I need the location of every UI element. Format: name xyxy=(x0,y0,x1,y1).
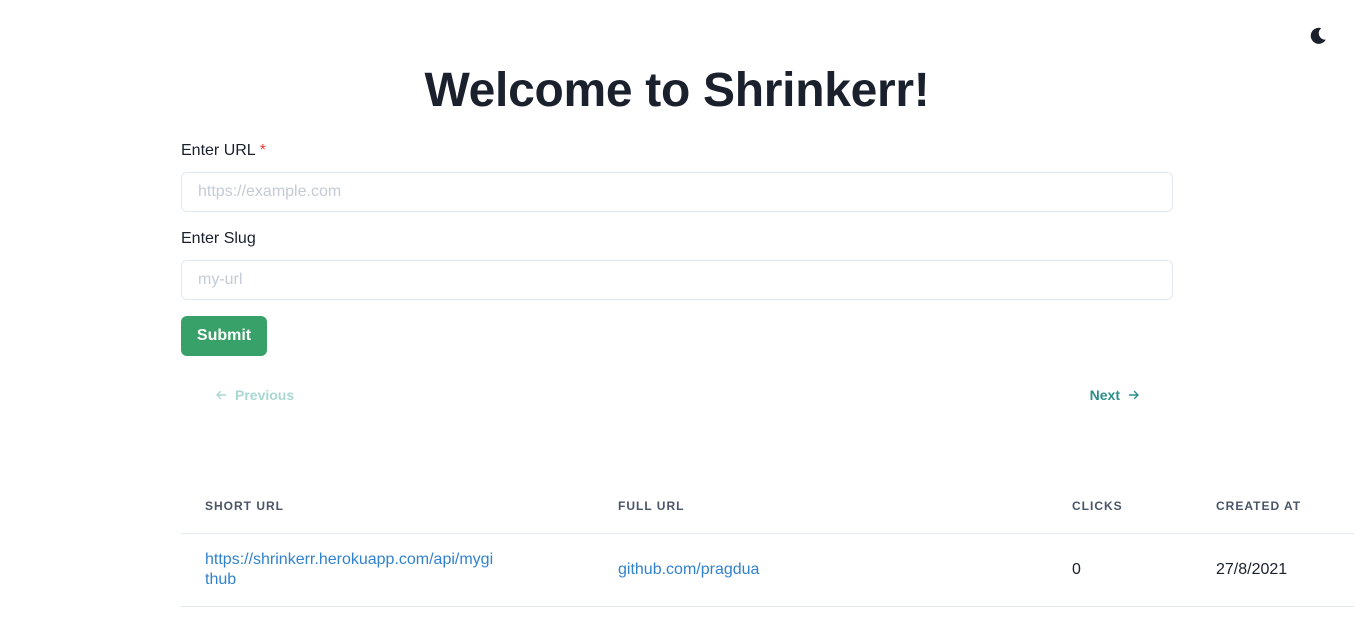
column-header-clicks: Clicks xyxy=(1048,478,1192,534)
page-title: Welcome to Shrinkerr! xyxy=(424,64,930,117)
created-at-cell: 27/8/2021 xyxy=(1192,533,1354,607)
full-url-cell: github.com/pragdua xyxy=(594,533,1048,607)
column-header-created-at: Created At xyxy=(1192,478,1354,534)
slug-input[interactable] xyxy=(181,260,1173,300)
previous-page-button[interactable]: Previous xyxy=(215,382,294,408)
required-indicator: * xyxy=(259,142,266,159)
column-header-full-url: Full URL xyxy=(594,478,1048,534)
clicks-cell: 0 xyxy=(1048,533,1192,607)
next-label: Next xyxy=(1089,387,1120,403)
slug-field-label: Enter Slug xyxy=(181,230,256,247)
moon-icon xyxy=(1310,27,1326,44)
url-field-label: Enter URL * xyxy=(181,141,266,161)
theme-toggle-button[interactable] xyxy=(1300,20,1336,52)
arrow-right-icon xyxy=(1128,389,1140,401)
url-input[interactable] xyxy=(181,172,1173,212)
column-header-short-url: Short URL xyxy=(181,478,594,534)
next-page-button[interactable]: Next xyxy=(1090,382,1140,408)
table-row: https://shrinkerr.herokuapp.com/api/mygi… xyxy=(181,533,1354,607)
submit-button[interactable]: Submit xyxy=(181,316,267,356)
short-url-cell: https://shrinkerr.herokuapp.com/api/mygi… xyxy=(181,533,594,607)
previous-label: Previous xyxy=(235,387,295,403)
arrow-left-icon xyxy=(215,389,227,401)
url-label-text: Enter URL xyxy=(181,142,256,159)
links-table: Short URL Full URL Clicks Created At htt… xyxy=(181,478,1354,607)
full-url-link[interactable]: github.com/pragdua xyxy=(618,561,759,578)
page: Welcome to Shrinkerr! Enter URL* Enter S… xyxy=(0,0,1354,627)
short-url-link[interactable]: https://shrinkerr.herokuapp.com/api/mygi… xyxy=(205,550,495,590)
table-header-row: Short URL Full URL Clicks Created At xyxy=(181,478,1354,534)
